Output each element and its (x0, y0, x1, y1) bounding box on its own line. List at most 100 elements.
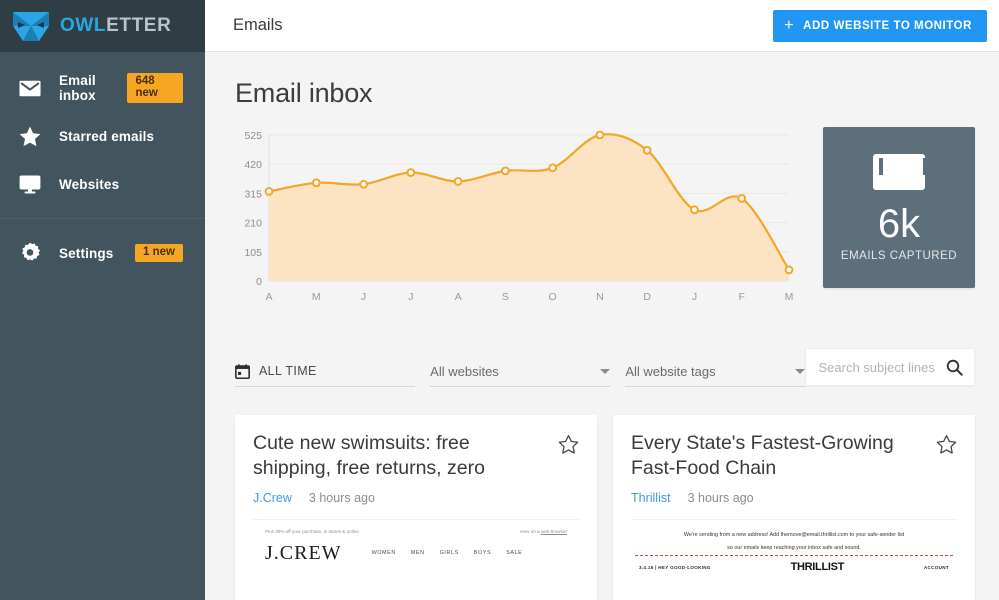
jcrew-preview-mainrow: J.CREW WOMEN MEN GIRLS BOYS SALE (253, 542, 579, 565)
email-preview-thrillist: We're sending from a new address! Add th… (631, 518, 957, 600)
chart-data-point[interactable] (784, 265, 794, 275)
emails-captured-stat-card: 6k EMAILS CAPTURED (823, 127, 975, 288)
star-outline-icon[interactable] (936, 434, 957, 455)
envelope-icon (873, 153, 927, 190)
jcrew-nav-item: BOYS (473, 550, 492, 557)
chart-xtick-label: M (785, 291, 794, 303)
sidebar-divider (0, 218, 205, 219)
chart-xtick-label: J (361, 291, 366, 303)
sidebar-item-label: Starred emails (59, 128, 155, 144)
chart-data-point[interactable] (737, 194, 747, 203)
thrillist-date-tagline: 3.4.16 | HEY GOOD-LOOKING (639, 564, 711, 570)
jcrew-nav-item: GIRLS (439, 550, 459, 557)
chart-data-point[interactable] (500, 166, 510, 176)
chart-data-point[interactable] (406, 168, 416, 177)
sidebar-badge-email-inbox: 648 new (127, 73, 183, 103)
app-root: OWLETTER Email inbox 648 new Starred ema… (0, 0, 999, 600)
emails-over-time-chart: 0 105 210 315 420 525 A M J J A S O N D J F M (235, 127, 795, 307)
star-outline-icon[interactable] (558, 434, 579, 455)
emails-captured-caption: EMAILS CAPTURED (840, 249, 958, 262)
email-card-list: Cute new swimsuits: free shipping, free … (235, 415, 975, 600)
jcrew-nav-item: SALE (506, 550, 523, 557)
chart-data-point[interactable] (311, 178, 321, 188)
search-icon[interactable] (946, 359, 963, 376)
email-card[interactable]: Every State's Fastest-Growing Fast-Food … (613, 415, 975, 600)
chart-data-point[interactable] (595, 130, 605, 140)
email-subject: Cute new swimsuits: free shipping, free … (253, 432, 485, 479)
monitor-icon (19, 174, 45, 194)
chart-data-point[interactable] (690, 205, 699, 215)
date-range-value: ALL TIME (259, 364, 317, 378)
email-subject: Every State's Fastest-Growing Fast-Food … (631, 432, 894, 479)
chart-ytick-label: 525 (244, 130, 262, 142)
jcrew-promo-text: Plus 30% off your purchase, in stores & … (265, 528, 359, 534)
topbar: Emails + ADD WEBSITE TO MONITOR (205, 0, 999, 52)
email-card-header: Cute new swimsuits: free shipping, free … (253, 431, 579, 481)
search-input[interactable] (818, 359, 942, 375)
chart-xtick-label: M (312, 291, 321, 303)
chart-ytick-label: 105 (244, 247, 262, 259)
sidebar-item-websites[interactable]: Websites (0, 160, 205, 208)
jcrew-logo: J.CREW (265, 541, 342, 564)
chart-svg: 0 105 210 315 420 525 A M J J A S O N D J F M (244, 130, 794, 303)
plus-icon: + (784, 16, 795, 34)
gear-icon (19, 242, 45, 264)
chart-xtick-label: A (265, 291, 272, 303)
jcrew-nav-item: MEN (410, 550, 425, 557)
email-card[interactable]: Cute new swimsuits: free shipping, free … (235, 415, 597, 600)
calendar-icon (235, 363, 250, 379)
email-sender[interactable]: J.Crew (253, 491, 292, 505)
sidebar-item-label: Email inbox (59, 73, 96, 103)
page-breadcrumb-title: Emails (233, 16, 283, 34)
sidebar-item-starred-emails[interactable]: Starred emails (0, 112, 205, 160)
chart-row: 0 105 210 315 420 525 A M J J A S O N D J F M 6k EMAILS C… (235, 127, 975, 307)
chart-data-point[interactable] (642, 145, 652, 155)
owl-logo-icon (13, 10, 49, 43)
chevron-down-icon (795, 368, 806, 374)
sidebar: OWLETTER Email inbox 648 new Starred ema… (0, 0, 205, 600)
brand-title-part2: ETTER (106, 15, 172, 36)
email-meta: J.Crew 3 hours ago (253, 491, 579, 505)
chart-xtick-label: O (549, 291, 557, 303)
chart-xtick-label: D (643, 291, 651, 303)
sidebar-item-email-inbox[interactable]: Email inbox 648 new (0, 64, 205, 112)
chart-ytick-label: 420 (244, 159, 262, 171)
email-timestamp: 3 hours ago (687, 490, 754, 505)
date-range-filter[interactable]: ALL TIME (235, 356, 416, 387)
sidebar-item-label: Websites (59, 176, 120, 192)
sidebar-nav: Email inbox 648 new Starred emails Websi… (0, 52, 205, 277)
content: Email inbox 0 105 210 315 420 525 A M J J A S O N D J F M… (205, 52, 999, 600)
email-meta: Thrillist 3 hours ago (631, 491, 957, 505)
brand-header[interactable]: OWLETTER (0, 0, 205, 52)
website-tags-filter-value: All website tags (625, 363, 716, 379)
chart-xtick-label: N (596, 291, 604, 303)
add-website-button-label: ADD WEBSITE TO MONITOR (803, 19, 972, 32)
jcrew-view-text: View on a web browser (519, 528, 567, 534)
add-website-to-monitor-button[interactable]: + ADD WEBSITE TO MONITOR (773, 9, 987, 42)
search-box[interactable] (805, 348, 975, 386)
chart-data-point[interactable] (548, 163, 558, 173)
main-area: Emails + ADD WEBSITE TO MONITOR Email in… (205, 0, 999, 600)
thrillist-logo: THRILLIST (790, 561, 845, 574)
chart-xtick-label: S (502, 291, 509, 303)
chart-xtick-label: J (692, 291, 697, 303)
thrillist-account-link: ACCOUNT (923, 564, 949, 570)
chart-data-point[interactable] (453, 177, 463, 186)
website-tags-filter-select[interactable]: All website tags (625, 356, 806, 387)
chart-ytick-label: 0 (256, 276, 262, 288)
chart-xtick-label: J (408, 291, 413, 303)
websites-filter-select[interactable]: All websites (430, 356, 611, 387)
brand-title: OWLETTER (60, 15, 171, 37)
sidebar-item-settings[interactable]: Settings 1 new (0, 229, 205, 277)
email-card-header: Every State's Fastest-Growing Fast-Food … (631, 431, 957, 481)
sidebar-badge-settings: 1 new (135, 243, 183, 263)
email-sender[interactable]: Thrillist (631, 491, 671, 505)
chart-data-point[interactable] (359, 179, 368, 189)
chart-ytick-label: 210 (244, 218, 262, 230)
envelope-icon (19, 80, 45, 97)
chevron-down-icon (600, 368, 611, 374)
thrillist-preview-bar: 3.4.16 | HEY GOOD-LOOKING THRILLIST ACCO… (631, 556, 957, 573)
star-icon (19, 126, 45, 147)
chart-data-point[interactable] (264, 187, 274, 196)
email-preview-jcrew: Plus 30% off your purchase, in stores & … (253, 518, 579, 600)
